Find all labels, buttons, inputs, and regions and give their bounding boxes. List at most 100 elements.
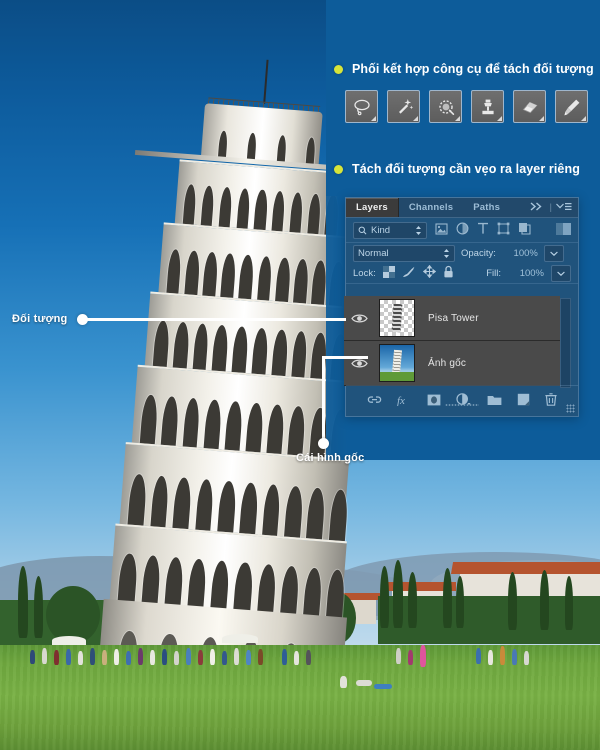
panel-tab-bar[interactable]: Layers Channels Paths | [346, 198, 578, 218]
opacity-dropdown-button[interactable] [543, 244, 564, 262]
fill-value[interactable]: 100% [508, 268, 544, 279]
person [54, 650, 59, 665]
filter-kind-select[interactable]: Kind [353, 221, 427, 239]
lock-position-icon[interactable] [422, 264, 436, 281]
magic-wand-tool-button[interactable] [387, 90, 420, 123]
type-filter-icon[interactable] [477, 222, 489, 238]
new-group-icon[interactable] [487, 394, 502, 409]
blend-mode-select[interactable]: Normal [353, 244, 455, 262]
umbrella [222, 634, 258, 643]
panel-resize-grip[interactable] [566, 404, 575, 413]
blend-mode-value: Normal [358, 247, 389, 259]
building-roof [450, 562, 600, 574]
pixel-filter-icon[interactable] [435, 222, 448, 238]
search-icon [358, 226, 367, 234]
tab-paths[interactable]: Paths [463, 198, 510, 217]
layer-visibility-toggle[interactable] [344, 313, 374, 324]
person [340, 676, 347, 688]
layer-thumbnail-cell [374, 344, 420, 382]
layer-list[interactable]: Pisa Tower Ảnh gốc [344, 296, 560, 386]
lock-image-icon[interactable] [402, 266, 416, 281]
lock-all-icon[interactable] [443, 265, 454, 281]
opacity-label: Opacity: [461, 247, 496, 259]
layer-mask-icon[interactable] [427, 394, 441, 409]
tab-channels[interactable]: Channels [399, 198, 463, 217]
person [222, 651, 227, 665]
bullet-icon [334, 64, 343, 74]
cypress-tree [508, 572, 517, 630]
table-row[interactable]: Pisa Tower [344, 296, 560, 341]
person [186, 648, 191, 665]
quick-selection-tool-button[interactable] [429, 90, 462, 123]
layer-visibility-toggle[interactable] [344, 358, 374, 369]
layer-thumbnail-photo [379, 344, 415, 382]
person [42, 648, 47, 664]
layer-name-original[interactable]: Ảnh gốc [420, 358, 466, 369]
person [396, 648, 401, 664]
person [78, 651, 83, 665]
chevron-down-icon [550, 251, 558, 256]
cypress-tree [540, 570, 549, 630]
layers-panel[interactable]: Layers Channels Paths | Kind Normal Opac… [344, 197, 579, 417]
cypress-tree [456, 576, 464, 628]
person [198, 650, 203, 665]
person [408, 650, 413, 665]
chevron-down-icon [557, 271, 565, 276]
person [150, 650, 155, 665]
eye-icon [350, 314, 368, 322]
cypress-tree [380, 566, 389, 628]
person [512, 649, 517, 665]
panel-resize-dots [445, 403, 479, 407]
layer-list-scrollbar[interactable] [560, 298, 571, 388]
layer-thumbnail-cell [374, 299, 420, 337]
layer-thumbnail-transparent [379, 299, 415, 337]
layer-filter-row[interactable]: Kind [346, 218, 578, 243]
link-layers-icon[interactable] [367, 394, 382, 408]
person [210, 649, 215, 665]
pen-tool-button[interactable] [555, 90, 588, 123]
original-callout-line-v [322, 356, 325, 444]
person [420, 645, 426, 667]
screenshot-root: Phối kết hợp công cụ để tách đối tượng T… [0, 0, 600, 750]
lasso-tool-button[interactable] [345, 90, 378, 123]
blend-mode-row[interactable]: Normal Opacity: 100% [346, 243, 578, 263]
lock-row[interactable]: Lock: Fill: 100% [346, 263, 578, 284]
person [524, 651, 529, 665]
layer-name-pisa-tower[interactable]: Pisa Tower [420, 313, 479, 324]
person [174, 651, 179, 665]
tool-buttons-row[interactable] [345, 90, 588, 123]
person [66, 649, 71, 665]
person [138, 648, 143, 665]
person [246, 650, 251, 665]
eraser-tool-button[interactable] [513, 90, 546, 123]
clone-stamp-tool-button[interactable] [471, 90, 504, 123]
new-layer-icon[interactable] [517, 393, 530, 409]
person [114, 649, 119, 665]
table-row[interactable]: Ảnh gốc [344, 341, 560, 386]
panel-menu-icon[interactable] [556, 202, 572, 214]
person [294, 651, 299, 665]
shape-filter-icon[interactable] [497, 222, 510, 238]
delete-layer-icon[interactable] [545, 393, 557, 409]
person [258, 649, 263, 665]
lock-transparency-icon[interactable] [382, 265, 395, 281]
original-callout-line-h [344, 356, 368, 359]
person [488, 650, 493, 665]
cypress-tree [408, 572, 417, 628]
tip-row-1: Phối kết hợp công cụ để tách đối tượng [334, 62, 594, 76]
original-callout-dot [318, 438, 329, 449]
filter-toggle-switch[interactable] [556, 222, 571, 238]
fill-dropdown-button[interactable] [551, 264, 571, 282]
smart-object-filter-icon[interactable] [518, 222, 531, 238]
tab-layers[interactable]: Layers [346, 198, 399, 217]
cypress-tree [34, 576, 43, 638]
layer-style-fx-icon[interactable]: fx [397, 394, 412, 409]
bullet-icon [334, 164, 343, 174]
expand-arrows-icon[interactable] [530, 201, 546, 214]
adjustment-filter-icon[interactable] [456, 222, 469, 238]
opacity-value[interactable]: 100% [502, 248, 538, 259]
person [90, 648, 95, 665]
eye-icon [350, 359, 368, 367]
layers-panel-toolbar[interactable]: fx [346, 385, 578, 416]
cypress-tree [443, 568, 452, 628]
